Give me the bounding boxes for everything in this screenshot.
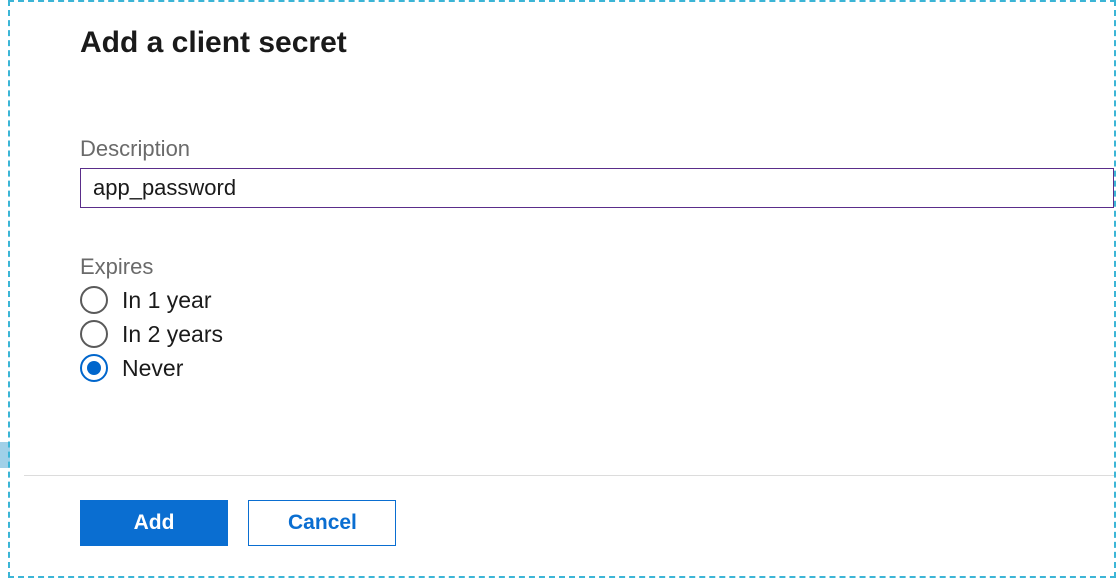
expires-label: Expires (80, 254, 1114, 280)
description-field-group: Description (80, 136, 1114, 208)
radio-label: In 2 years (122, 321, 223, 348)
radio-icon (80, 286, 108, 314)
expires-radio-group: In 1 year In 2 years Never (80, 286, 1114, 382)
radio-icon-selected (80, 354, 108, 382)
panel-footer: Add Cancel (24, 475, 1114, 546)
add-button[interactable]: Add (80, 500, 228, 546)
radio-label: Never (122, 355, 183, 382)
radio-option-never[interactable]: Never (80, 354, 1114, 382)
selection-frame: Add a client secret Description Expires … (8, 0, 1116, 578)
radio-option-in-2-years[interactable]: In 2 years (80, 320, 1114, 348)
description-label: Description (80, 136, 1114, 162)
radio-icon (80, 320, 108, 348)
panel-title: Add a client secret (80, 26, 1114, 60)
cancel-button[interactable]: Cancel (248, 500, 396, 546)
expires-field-group: Expires In 1 year In 2 years Never (80, 254, 1114, 382)
radio-option-in-1-year[interactable]: In 1 year (80, 286, 1114, 314)
description-input[interactable] (80, 168, 1114, 208)
radio-label: In 1 year (122, 287, 212, 314)
